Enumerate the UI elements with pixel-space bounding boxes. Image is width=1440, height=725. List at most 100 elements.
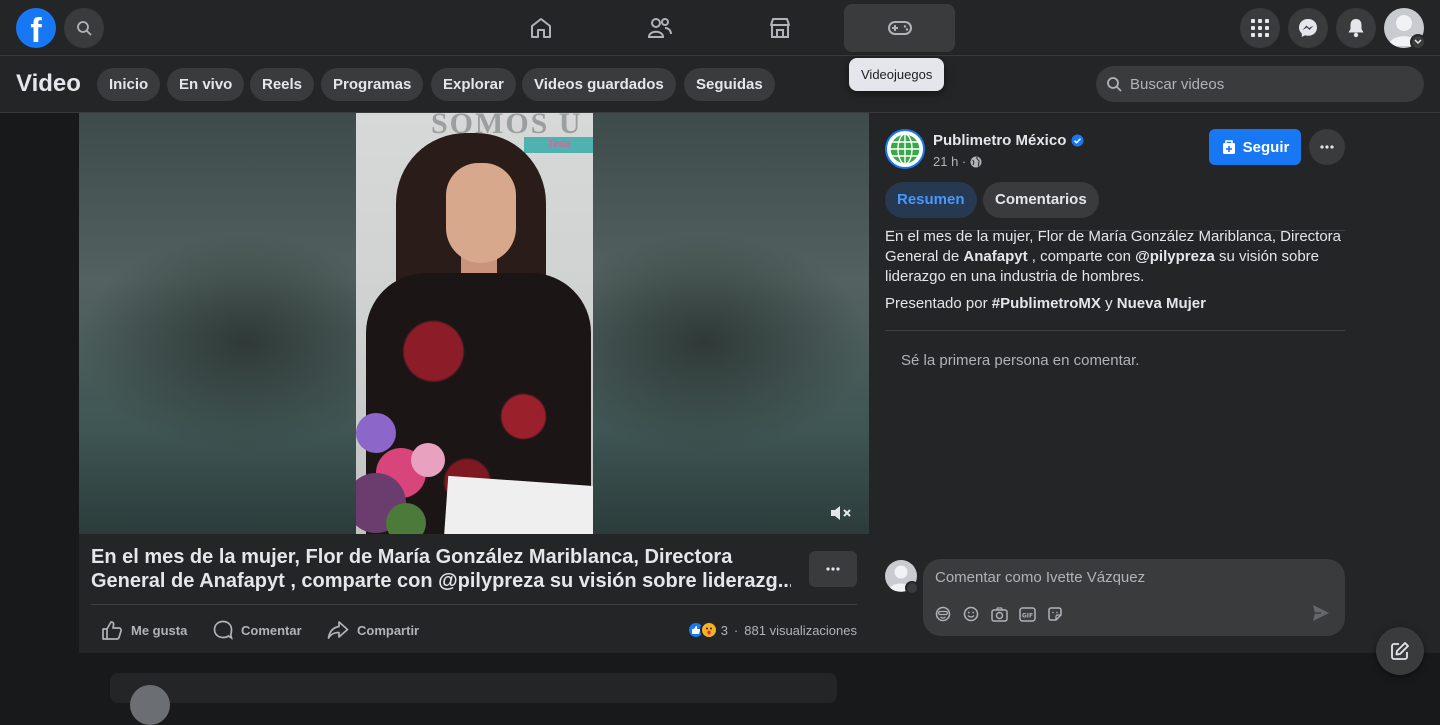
tab-comentarios[interactable]: Comentarios [983, 182, 1099, 218]
notifications-button[interactable] [1336, 8, 1376, 48]
comment-input[interactable] [935, 569, 1325, 586]
post-time: 21 h · [933, 154, 982, 169]
divider [91, 604, 857, 605]
nav-tab-marketplace[interactable] [724, 4, 835, 52]
chevron-down-icon [1414, 39, 1422, 45]
thumbs-up-icon [102, 621, 122, 640]
video-frame: SOMOS U Tinta [356, 113, 593, 534]
compose-icon [1391, 642, 1409, 660]
svg-text:GIF: GIF [1022, 612, 1033, 619]
gif-icon: GIF [1019, 606, 1036, 622]
emoji-icon [705, 627, 712, 635]
stats-separator: · [733, 622, 739, 638]
like-button[interactable]: Me gusta [101, 617, 187, 643]
share-label: Compartir [357, 622, 420, 638]
mute-button[interactable] [829, 501, 853, 525]
photo-button[interactable] [991, 603, 1019, 625]
comment-button[interactable]: Comentar [213, 617, 302, 643]
flower-light [411, 443, 445, 477]
messenger-button[interactable] [1288, 8, 1328, 48]
chip-en-vivo[interactable]: En vivo [167, 68, 245, 101]
video-subnav: Video Inicio En vivo Reels Programas Exp… [0, 56, 1440, 113]
avatar-sticker-button[interactable] [935, 603, 963, 625]
partner-link[interactable]: Nueva Mujer [1117, 295, 1206, 312]
post-description: En el mes de la mujer, Flor de María Gon… [885, 227, 1345, 287]
home-icon [530, 18, 551, 38]
post-time-text[interactable]: 21 h · [933, 154, 966, 169]
nav-tab-home[interactable] [485, 4, 596, 52]
presented-by: Presentado por #PublimetroMX y Nueva Muj… [885, 294, 1345, 314]
comment-label: Comentar [241, 622, 302, 638]
chip-inicio[interactable]: Inicio [97, 68, 161, 101]
page-avatar[interactable] [885, 129, 925, 169]
emoji-button[interactable] [963, 603, 991, 625]
search-icon [77, 21, 92, 36]
chip-programas[interactable]: Programas [321, 68, 424, 101]
person-face [446, 163, 516, 263]
new-message-button[interactable] [1376, 627, 1424, 675]
grid-menu-icon [1251, 19, 1269, 37]
presented-prefix: Presentado por [885, 295, 992, 312]
nav-tab-gaming[interactable] [844, 4, 955, 52]
post-stats: 3 · 881 visualizaciones [679, 619, 857, 641]
post-title[interactable]: En el mes de la mujer, Flor de María Gon… [91, 545, 791, 593]
reaction-count[interactable]: 3 [721, 623, 728, 638]
description-mention-company[interactable]: Anafapyt [963, 248, 1027, 265]
sticker-icon [1048, 607, 1062, 621]
gif-button[interactable]: GIF [1019, 603, 1047, 625]
page-options-button[interactable] [1309, 129, 1345, 165]
page-name[interactable]: Publimetro México [933, 132, 1084, 149]
top-navigation-bar: f [0, 0, 1440, 56]
gamepad-icon [887, 21, 912, 35]
chip-videos-guardados[interactable]: Videos guardados [522, 68, 676, 101]
share-button[interactable]: Compartir [327, 617, 419, 643]
share-icon [327, 621, 349, 639]
more-horizontal-icon [826, 567, 840, 571]
chip-reels[interactable]: Reels [250, 68, 315, 101]
next-card-avatar [130, 685, 170, 725]
follow-button[interactable]: Seguir [1209, 129, 1301, 165]
facebook-logo[interactable]: f [16, 8, 56, 48]
nav-tab-friends[interactable] [604, 4, 715, 52]
chip-seguidas[interactable]: Seguidas [684, 68, 775, 101]
video-search-box[interactable] [1096, 66, 1424, 102]
comment-composer[interactable]: GIF [923, 559, 1345, 636]
post-title-line-2: General de Anafapyt , comparte con @pily… [91, 570, 791, 592]
send-icon[interactable] [1311, 603, 1331, 623]
follow-page-icon [1222, 140, 1235, 154]
page-name-text: Publimetro México [933, 132, 1067, 149]
empty-comments-message: Sé la primera persona en comentar. [901, 352, 1140, 369]
bell-icon [1348, 19, 1364, 38]
video-search-input[interactable] [1130, 75, 1410, 93]
comment-icon [213, 620, 233, 640]
sticker-button[interactable] [1047, 603, 1075, 625]
tab-resumen[interactable]: Resumen [885, 182, 977, 218]
view-count: 881 visualizaciones [744, 622, 857, 638]
logo-letter: f [30, 12, 42, 48]
flower-purple [356, 413, 396, 453]
section-title: Video [16, 70, 81, 97]
globe-icon [889, 133, 921, 165]
video-player[interactable]: SOMOS U Tinta [79, 113, 869, 534]
public-globe-icon [970, 156, 982, 167]
search-button[interactable] [64, 8, 104, 48]
description-mention-user[interactable]: @pilypreza [1135, 248, 1215, 265]
hashtag-link[interactable]: #PublimetroMX [992, 295, 1101, 312]
account-menu-badge[interactable] [1410, 34, 1426, 50]
desk-paper [444, 475, 593, 534]
wall-sign: Tinta [524, 137, 593, 153]
post-options-button[interactable] [809, 551, 857, 587]
speaker-muted-icon [831, 506, 851, 520]
next-video-card [110, 673, 837, 725]
profile-switch-badge[interactable] [905, 581, 919, 595]
camera-icon [991, 606, 1008, 622]
post-title-line-1: En el mes de la mujer, Flor de María Gon… [91, 546, 733, 568]
wow-reaction-icon[interactable] [699, 621, 718, 639]
friends-icon [647, 18, 672, 38]
divider [885, 330, 1345, 331]
video-blur-right [593, 233, 869, 453]
more-horizontal-icon [1320, 145, 1334, 149]
chip-explorar[interactable]: Explorar [431, 68, 516, 101]
description-text: , comparte con [1027, 248, 1136, 265]
menu-button[interactable] [1240, 8, 1280, 48]
